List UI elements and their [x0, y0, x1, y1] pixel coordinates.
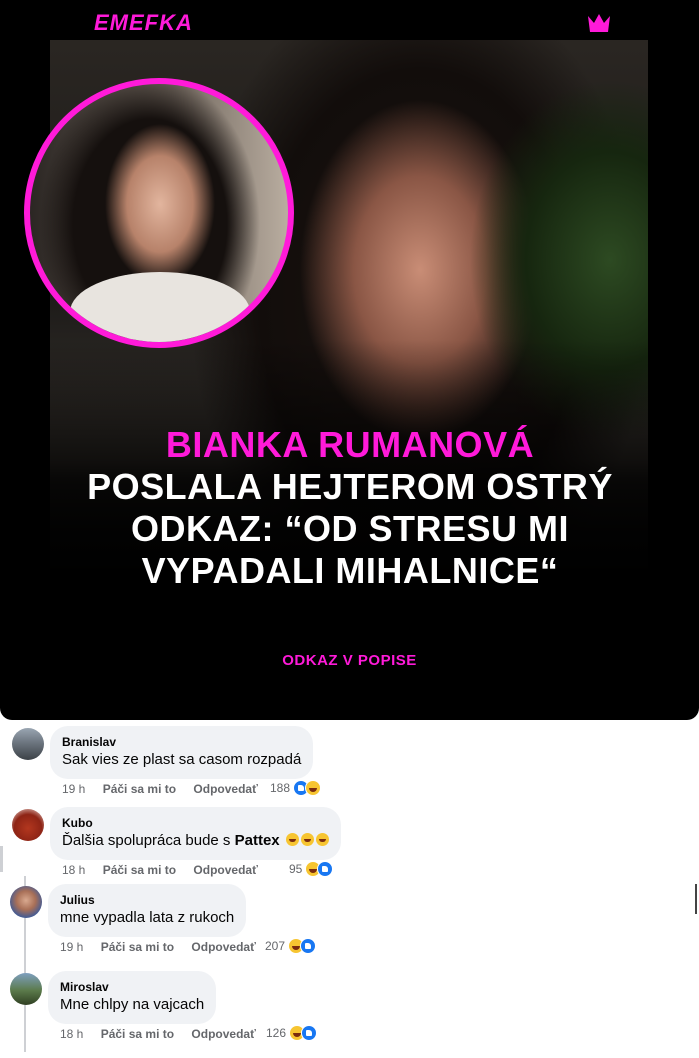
comment-bubble: Branislav Sak vies ze plast sa casom roz… — [50, 726, 314, 779]
comment-text: Mne chlpy na vajcach — [60, 996, 205, 1013]
like-button[interactable]: Páči sa mi to — [103, 782, 176, 796]
reply-button[interactable]: Odpovedať — [193, 782, 257, 796]
reaction-summary[interactable]: 207 — [265, 938, 317, 954]
link-in-description-tag: ODKAZ V POPISE — [282, 652, 417, 669]
like-icon — [301, 1025, 318, 1041]
comment-timestamp[interactable]: 18 h — [62, 863, 85, 877]
like-button[interactable]: Páči sa mi to — [103, 863, 176, 877]
comment-text: mne vypadla lata z rukoch — [60, 909, 235, 926]
comment-author[interactable]: Miroslav — [60, 979, 204, 995]
comment-text: Ďalšia spolupráca bude s Pattex — [62, 831, 329, 851]
comment-text: Sak vies ze plast sa casom rozpadá — [62, 751, 302, 768]
comment-timestamp[interactable]: 18 h — [60, 1027, 83, 1041]
avatar[interactable] — [12, 809, 44, 841]
like-button[interactable]: Páči sa mi to — [101, 940, 174, 954]
avatar[interactable] — [10, 973, 42, 1005]
right-edge-scrollbar[interactable] — [695, 884, 697, 914]
left-edge-divider — [0, 846, 3, 872]
rofl-emoji — [300, 833, 314, 846]
comment-bubble: Julius mne vypadla lata z rukoch — [48, 884, 247, 937]
comment-bubble: Miroslav Mne chlpy na vajcach — [48, 971, 217, 1024]
comment-actions: 18 h Páči sa mi to Odpovedať — [62, 863, 272, 877]
headline-name: BIANKA RUMANOVÁ — [165, 424, 535, 465]
reaction-summary[interactable]: 95 — [289, 861, 334, 877]
like-button[interactable]: Páči sa mi to — [101, 1027, 174, 1041]
reply-button[interactable]: Odpovedať — [191, 940, 255, 954]
like-icon — [317, 861, 334, 877]
comment-actions: 19 h Páči sa mi to Odpovedať — [62, 782, 272, 796]
reaction-count: 207 — [265, 939, 286, 953]
reaction-count: 95 — [289, 862, 303, 876]
post-image[interactable]: EMEFKA BIANKA RUMANOVÁ POSLALA HEJTEROM … — [0, 0, 699, 720]
reply-button[interactable]: Odpovedať — [193, 863, 257, 877]
reply-button[interactable]: Odpovedať — [191, 1027, 255, 1041]
reaction-summary[interactable]: 126 — [266, 1025, 318, 1041]
reaction-count: 188 — [270, 781, 291, 795]
comment-bubble: Kubo Ďalšia spolupráca bude s Pattex — [50, 807, 341, 860]
comment-actions: 19 h Páči sa mi to Odpovedať — [60, 940, 270, 954]
rofl-emoji — [315, 833, 329, 846]
mention-pattex: Pattex — [234, 832, 280, 849]
comment-author[interactable]: Julius — [60, 892, 234, 908]
haha-icon — [305, 780, 322, 796]
crown-icon — [588, 14, 610, 32]
reaction-summary[interactable]: 188 — [270, 780, 322, 796]
avatar[interactable] — [10, 886, 42, 918]
reaction-count: 126 — [266, 1026, 287, 1040]
inset-photo-circle — [24, 78, 294, 348]
avatar[interactable] — [12, 728, 44, 760]
comment-author[interactable]: Branislav — [62, 734, 301, 750]
brand-logo: EMEFKA — [94, 10, 193, 35]
rofl-emoji — [285, 833, 299, 846]
comment-actions: 18 h Páči sa mi to Odpovedať — [60, 1027, 270, 1041]
comment-timestamp[interactable]: 19 h — [62, 782, 85, 796]
comment-timestamp[interactable]: 19 h — [60, 940, 83, 954]
like-icon — [300, 938, 317, 954]
comment-author[interactable]: Kubo — [62, 815, 329, 831]
headline-text: POSLALA HEJTEROM OSTRÝ ODKAZ: “OD STRESU… — [87, 466, 613, 591]
